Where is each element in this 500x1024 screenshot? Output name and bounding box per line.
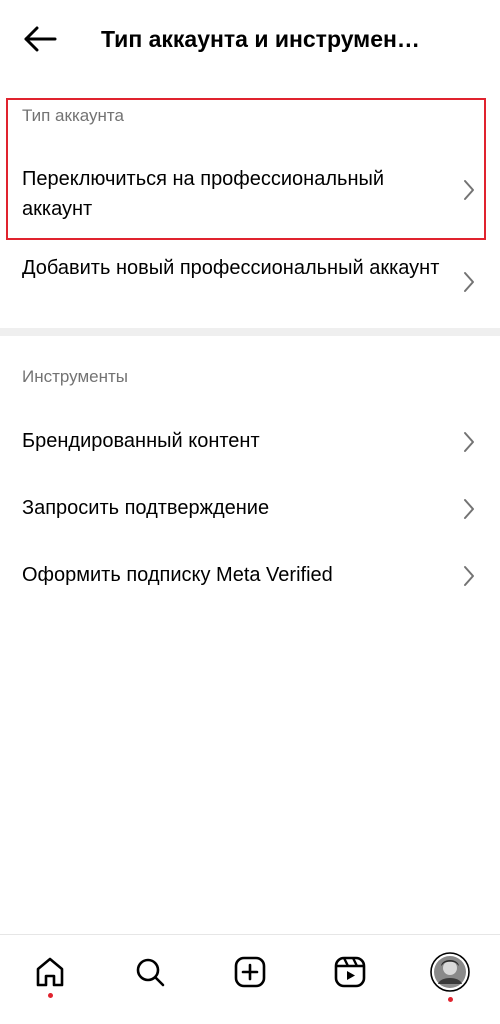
- search-icon: [136, 958, 165, 987]
- bottom-nav: [0, 934, 500, 1004]
- arrow-left-icon: [24, 26, 57, 52]
- add-professional-account-label: Добавить новый профессиональный аккаунт: [22, 257, 440, 279]
- nav-profile[interactable]: [425, 947, 475, 1002]
- chevron-right-icon: [462, 179, 476, 201]
- chevron-right-icon: [462, 271, 476, 293]
- create-post-icon: [234, 956, 266, 988]
- nav-home[interactable]: [25, 947, 75, 998]
- section-label-account-type: Тип аккаунта: [22, 106, 124, 125]
- back-button[interactable]: [20, 22, 60, 56]
- chevron-right-icon: [462, 498, 476, 520]
- branded-content-label: Брендированный контент: [22, 430, 260, 452]
- nav-reels[interactable]: [325, 947, 375, 997]
- request-verification-label: Запросить подтверждение: [22, 497, 270, 519]
- chevron-right-icon: [462, 431, 476, 453]
- add-professional-account-row[interactable]: Добавить новый профессиональный аккаунт: [0, 240, 500, 320]
- system-nav-bar: [0, 1004, 500, 1024]
- profile-avatar: [430, 952, 470, 992]
- request-verification-row[interactable]: Запросить подтверждение: [0, 481, 500, 537]
- home-icon: [36, 957, 64, 987]
- chevron-right-icon: [462, 565, 476, 587]
- nav-search[interactable]: [125, 947, 175, 997]
- switch-to-professional-row[interactable]: Переключиться на профессиональный аккаун…: [0, 150, 500, 228]
- header: Тип аккаунта и инструмен…: [0, 0, 500, 78]
- nav-create[interactable]: [225, 947, 275, 997]
- meta-verified-label: Оформить подписку Meta Verified: [22, 564, 333, 586]
- notification-dot: [48, 993, 53, 998]
- page-title: Тип аккаунта и инструмен…: [101, 26, 420, 52]
- switch-to-professional-label: Переключиться на профессиональный аккаун…: [22, 168, 385, 220]
- section-divider: [0, 328, 500, 336]
- branded-content-row[interactable]: Брендированный контент: [0, 414, 500, 470]
- meta-verified-row[interactable]: Оформить подписку Meta Verified: [0, 548, 500, 604]
- reels-icon: [334, 956, 366, 988]
- section-label-tools: Инструменты: [22, 367, 129, 386]
- notification-dot: [448, 997, 453, 1002]
